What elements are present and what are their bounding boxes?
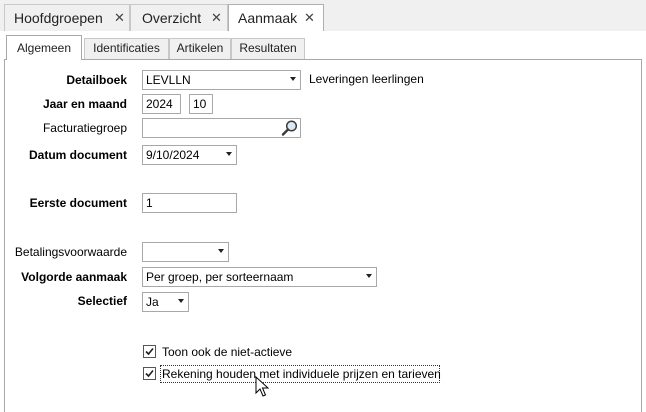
tab-identificaties[interactable]: Identificaties — [84, 38, 169, 59]
eerste-document-label: Eerste document — [29, 196, 127, 210]
detailboek-label: Detailboek — [66, 73, 127, 87]
betalingsvoorwaarde-select[interactable] — [142, 242, 229, 262]
datum-document-picker[interactable]: 9/10/2024 — [142, 145, 237, 165]
toon-niet-actieve-label[interactable]: Toon ook de niet-actieve — [162, 345, 292, 359]
selectief-label: Selectief — [77, 294, 127, 308]
close-icon[interactable]: ✕ — [211, 10, 222, 26]
tab-label: Overzicht — [142, 10, 202, 26]
eerste-document-input[interactable]: 1 — [142, 193, 237, 213]
aanmaak-panel: Algemeen Identificaties Artikelen Result… — [0, 31, 646, 412]
detailboek-description: Leveringen leerlingen — [309, 72, 424, 86]
document-tab-bar: Hoofdgroepen ✕ Overzicht ✕ Aanmaak ✕ — [0, 0, 646, 33]
facturatiegroep-input[interactable] — [142, 118, 301, 138]
facturatiegroep-label: Facturatiegroep — [42, 121, 127, 135]
tab-label: Hoofdgroepen — [14, 10, 103, 26]
volgorde-aanmaak-label: Volgorde aanmaak — [21, 270, 127, 284]
dropdown-arrow-icon[interactable] — [218, 249, 224, 253]
selectief-select[interactable]: Ja — [142, 292, 189, 312]
individuele-prijzen-label[interactable]: Rekening houden met individuele prijzen … — [162, 367, 441, 381]
tab-artikelen[interactable]: Artikelen — [169, 38, 231, 59]
search-icon[interactable] — [281, 119, 299, 137]
month-input[interactable]: 10 — [189, 94, 213, 114]
individuele-prijzen-checkbox[interactable] — [143, 367, 156, 380]
jaar-en-maand-label: Jaar en maand — [42, 97, 127, 111]
tab-resultaten[interactable]: Resultaten — [231, 38, 305, 59]
year-input[interactable]: 2024 — [142, 94, 181, 114]
dropdown-arrow-icon[interactable] — [226, 152, 232, 156]
volgorde-aanmaak-value: Per groep, per sorteernaam — [146, 270, 294, 284]
checkbox-checked-icon — [145, 347, 154, 356]
checkbox-checked-icon — [145, 369, 154, 378]
datum-document-label: Datum document — [28, 148, 127, 162]
tab-algemeen[interactable]: Algemeen — [6, 35, 82, 60]
close-icon[interactable]: ✕ — [304, 10, 315, 26]
dropdown-arrow-icon[interactable] — [290, 77, 296, 81]
volgorde-aanmaak-select[interactable]: Per groep, per sorteernaam — [142, 267, 377, 287]
sub-tab-bar: Algemeen Identificaties Artikelen Result… — [4, 35, 642, 60]
datum-document-value: 9/10/2024 — [146, 148, 200, 162]
selectief-value: Ja — [146, 295, 159, 309]
form-algemeen: Detailboek LEVLLN Leveringen leerlingen … — [4, 59, 642, 412]
dropdown-arrow-icon[interactable] — [178, 299, 184, 303]
betalingsvoorwaarde-label: Betalingsvoorwaarde — [14, 245, 127, 259]
detailboek-value: LEVLLN — [146, 73, 191, 87]
close-icon[interactable]: ✕ — [114, 10, 125, 26]
toon-niet-actieve-checkbox[interactable] — [143, 345, 156, 358]
detailboek-select[interactable]: LEVLLN — [142, 70, 301, 90]
tab-aanmaak[interactable]: Aanmaak ✕ — [228, 4, 324, 33]
tab-overzicht[interactable]: Overzicht ✕ — [130, 4, 228, 31]
tab-label: Aanmaak — [238, 10, 298, 26]
tab-hoofdgroepen[interactable]: Hoofdgroepen ✕ — [4, 4, 130, 31]
mouse-cursor-icon — [255, 376, 269, 397]
dropdown-arrow-icon[interactable] — [366, 274, 372, 278]
